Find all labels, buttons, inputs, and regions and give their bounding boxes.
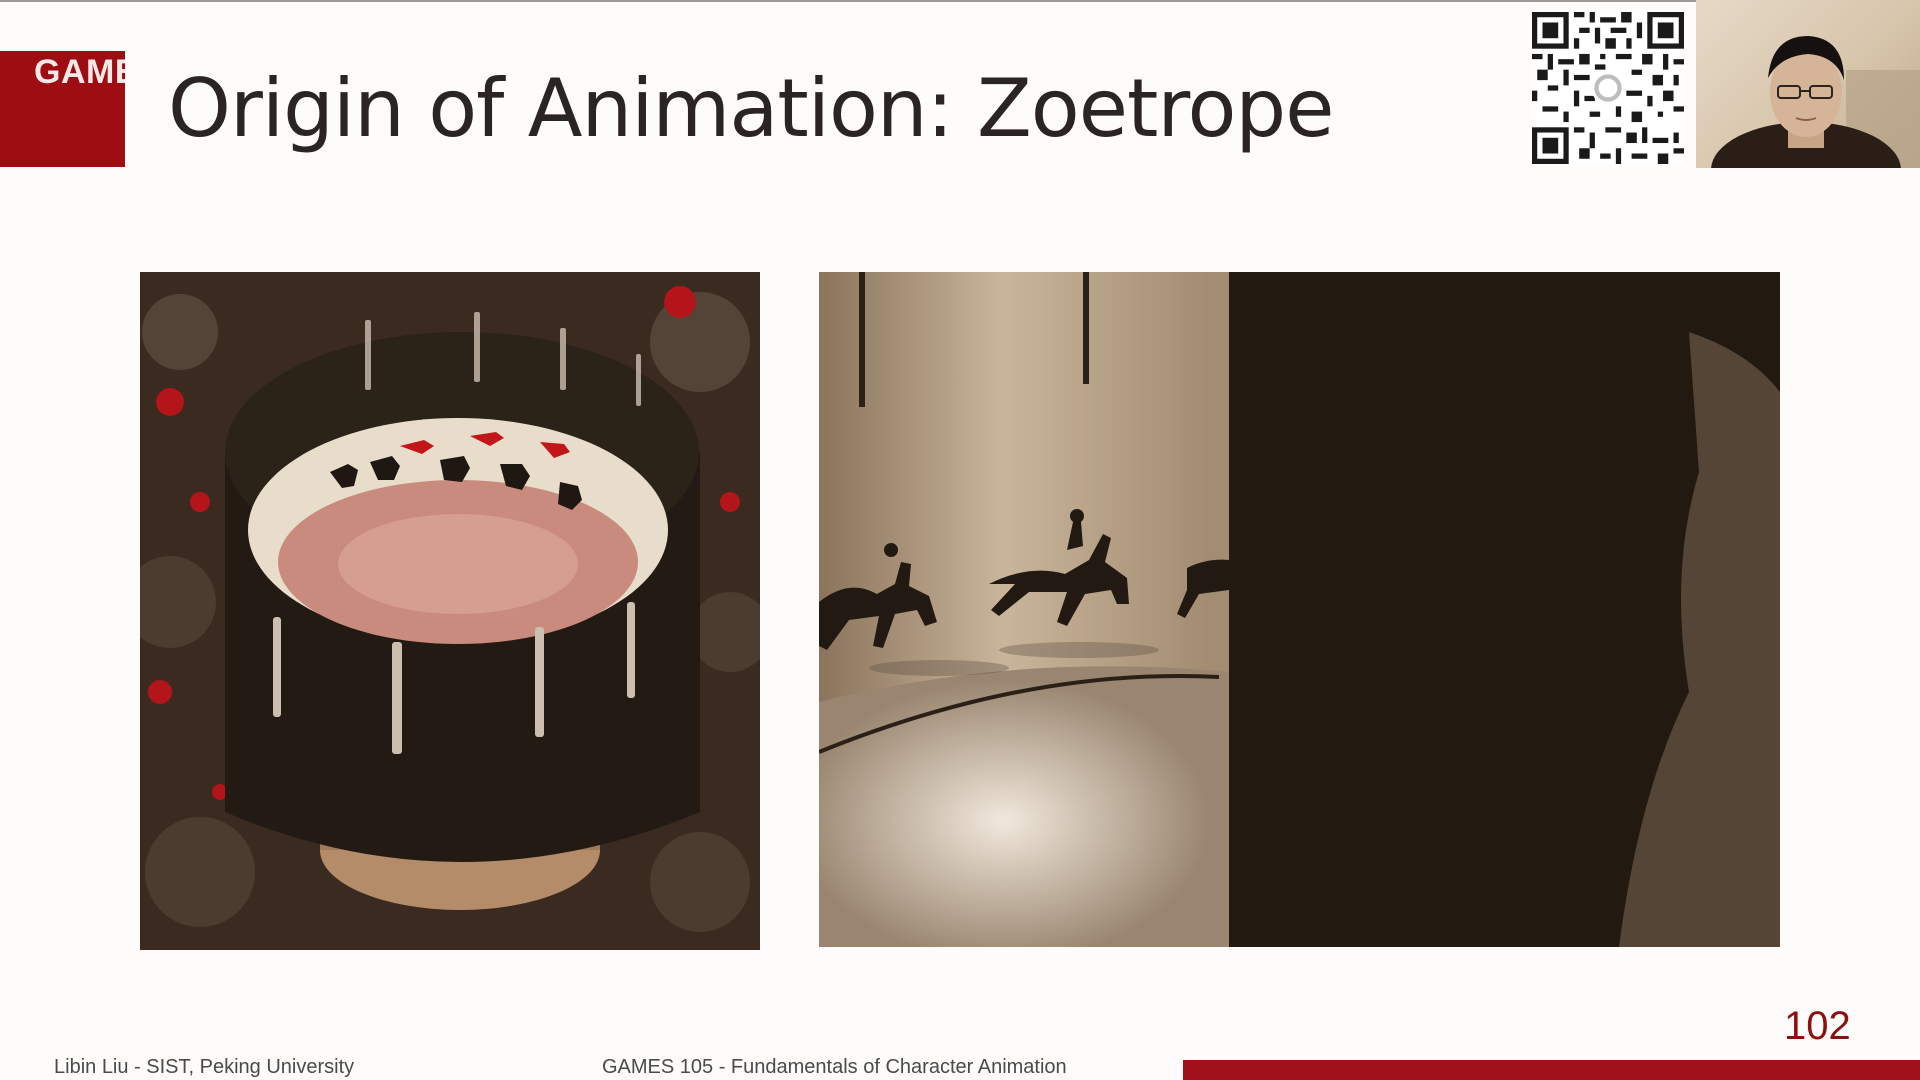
top-border-line <box>0 0 1920 2</box>
qr-code <box>1532 12 1684 164</box>
zoetrope-drum-photo <box>140 272 760 950</box>
games-logo-block: GAMES <box>0 51 125 167</box>
slide-title: Origin of Animation: Zoetrope <box>168 62 1334 155</box>
footer-accent-bar <box>1183 1060 1920 1080</box>
footer-course: GAMES 105 - Fundamentals of Character An… <box>602 1056 1067 1078</box>
zoetrope-horse-rider-animation-photo <box>819 272 1780 947</box>
games-logo-text: GAMES <box>34 53 125 91</box>
page-number: 102 <box>1784 1004 1851 1048</box>
footer-author: Libin Liu - SIST, Peking University <box>54 1056 355 1078</box>
presenter-webcam <box>1696 0 1920 168</box>
